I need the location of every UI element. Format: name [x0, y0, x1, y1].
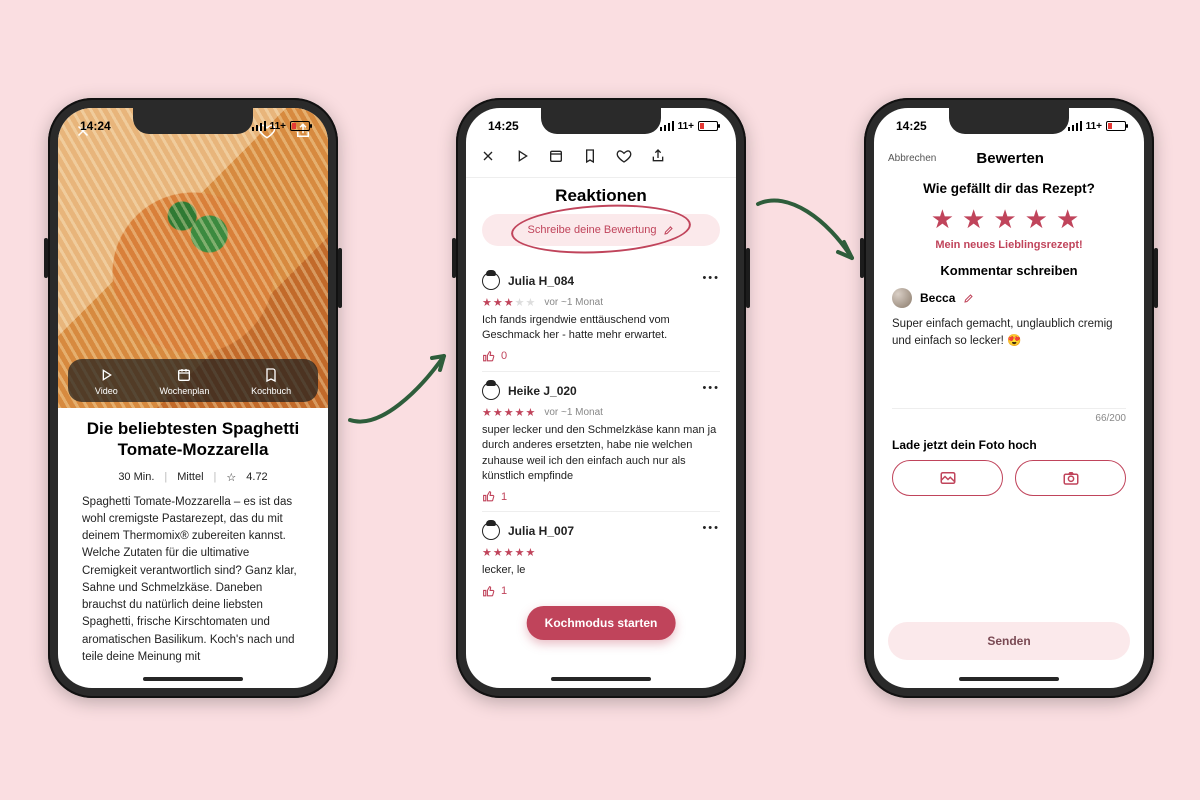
- comment-textarea[interactable]: Super einfach gemacht, unglaublich cremi…: [892, 316, 1126, 368]
- calendar-icon[interactable]: [548, 148, 564, 169]
- home-indicator: [143, 677, 243, 681]
- clock: 14:25: [896, 119, 927, 133]
- signal-icon: [660, 121, 674, 131]
- close-icon[interactable]: [480, 148, 496, 169]
- review-text: Ich fands irgendwie enttäuschend vom Ges…: [482, 313, 720, 344]
- battery-icon: [698, 121, 718, 131]
- avatar: [482, 272, 500, 290]
- signal-icon: [1068, 121, 1082, 131]
- bookmark-icon[interactable]: [582, 148, 598, 169]
- cook-mode-label: Kochmodus starten: [545, 616, 658, 630]
- gallery-button[interactable]: [892, 460, 1003, 496]
- review-item: Heike J_020 ••• ★★★★★ vor ~1 Monat super lec…: [482, 371, 720, 512]
- avatar: [482, 522, 500, 540]
- author-name: Becca: [920, 291, 955, 305]
- rating-value: 4.72: [246, 471, 267, 484]
- upload-heading: Lade jetzt dein Foto hoch: [874, 424, 1144, 460]
- recipe-hero-image: 14:24 11+: [58, 108, 328, 408]
- camera-button[interactable]: [1015, 460, 1126, 496]
- more-icon[interactable]: •••: [702, 272, 720, 284]
- signal-icon: [252, 121, 266, 131]
- duration: 30 Min.: [118, 471, 154, 484]
- reactions-heading: Reaktionen: [466, 186, 736, 206]
- battery-label: 11+: [678, 121, 694, 132]
- weekplan-label: Wochenplan: [159, 386, 209, 396]
- review-age: vor ~1 Monat: [544, 407, 603, 418]
- rating-caption: Mein neues Lieblingsrezept!: [874, 239, 1144, 251]
- difficulty: Mittel: [177, 471, 203, 484]
- avatar: [892, 288, 912, 308]
- like-count: 0: [501, 350, 507, 362]
- video-button[interactable]: Video: [95, 367, 118, 396]
- review-user: Julia H_007: [508, 524, 574, 538]
- recipe-title: Die beliebtesten Spaghetti Tomate-Mozzar…: [82, 418, 304, 461]
- star-rating: ★★★★★: [482, 296, 536, 309]
- notch: [949, 108, 1069, 134]
- phone-recipe-detail: 14:24 11+: [48, 98, 338, 698]
- weekplan-button[interactable]: Wochenplan: [159, 367, 209, 396]
- play-icon[interactable]: [514, 148, 530, 169]
- char-counter: 66/200: [892, 408, 1126, 424]
- rating-question: Wie gefällt dir das Rezept?: [874, 181, 1144, 196]
- star-rating: ★★★★★: [482, 546, 536, 559]
- cookbook-button[interactable]: Kochbuch: [251, 367, 291, 396]
- share-icon[interactable]: [650, 148, 666, 169]
- video-label: Video: [95, 386, 118, 396]
- clock: 14:25: [488, 119, 519, 133]
- recipe-description: Spaghetti Tomate-Mozzarella – es ist das…: [82, 494, 304, 667]
- avatar: [482, 382, 500, 400]
- battery-icon: [290, 121, 310, 131]
- phone-reactions: 14:25 11+ Reaktionen Schreibe deine Bewe…: [456, 98, 746, 698]
- write-review-button[interactable]: Schreibe deine Bewertung: [482, 214, 720, 246]
- write-review-label: Schreibe deine Bewertung: [527, 224, 656, 236]
- recipe-meta: 30 Min. | Mittel | ☆ 4.72: [82, 471, 304, 484]
- cook-mode-button[interactable]: Kochmodus starten: [527, 606, 676, 640]
- more-icon[interactable]: •••: [702, 522, 720, 534]
- more-icon[interactable]: •••: [702, 382, 720, 394]
- quick-action-bar: Video Wochenplan Kochbuch: [68, 359, 318, 402]
- battery-label: 11+: [1086, 121, 1102, 132]
- review-item: Julia H_084 ••• ★★★★★ vor ~1 Monat Ich fands…: [482, 262, 720, 371]
- review-age: vor ~1 Monat: [544, 297, 603, 308]
- review-item: Julia H_007 ••• ★★★★★ lecker, le 1: [482, 511, 720, 605]
- flow-arrow-1: [340, 330, 460, 455]
- cancel-button[interactable]: Abbrechen: [888, 153, 936, 164]
- home-indicator: [551, 677, 651, 681]
- like-count: 1: [501, 491, 507, 503]
- send-label: Senden: [987, 634, 1030, 648]
- phone-rate: 14:25 11+ Abbrechen Bewerten Wie gefällt…: [864, 98, 1154, 698]
- cookbook-label: Kochbuch: [251, 386, 291, 396]
- battery-icon: [1106, 121, 1126, 131]
- like-button[interactable]: 1: [482, 490, 720, 503]
- home-indicator: [959, 677, 1059, 681]
- review-text: super lecker und den Schmelzkäse kann ma…: [482, 423, 720, 485]
- pencil-icon[interactable]: [963, 292, 975, 304]
- like-count: 1: [501, 585, 507, 597]
- send-button[interactable]: Senden: [888, 622, 1130, 660]
- notch: [133, 108, 253, 134]
- review-user: Heike J_020: [508, 384, 577, 398]
- clock: 14:24: [80, 119, 111, 133]
- pencil-icon: [663, 224, 675, 236]
- flow-arrow-2: [748, 180, 868, 305]
- star-rating-input[interactable]: ★★★★★: [874, 204, 1144, 235]
- heart-icon[interactable]: [616, 148, 632, 169]
- reviews-list: Julia H_084 ••• ★★★★★ vor ~1 Monat Ich fands…: [466, 250, 736, 606]
- review-user: Julia H_084: [508, 274, 574, 288]
- like-button[interactable]: 0: [482, 350, 720, 363]
- battery-label: 11+: [270, 121, 286, 132]
- page-title: Bewerten: [976, 150, 1044, 167]
- star-icon: ☆: [226, 471, 236, 484]
- review-text: lecker, le: [482, 563, 720, 578]
- notch: [541, 108, 661, 134]
- toolbar: [466, 144, 736, 178]
- comment-heading: Kommentar schreiben: [874, 263, 1144, 278]
- like-button[interactable]: 1: [482, 585, 720, 598]
- star-rating: ★★★★★: [482, 406, 536, 419]
